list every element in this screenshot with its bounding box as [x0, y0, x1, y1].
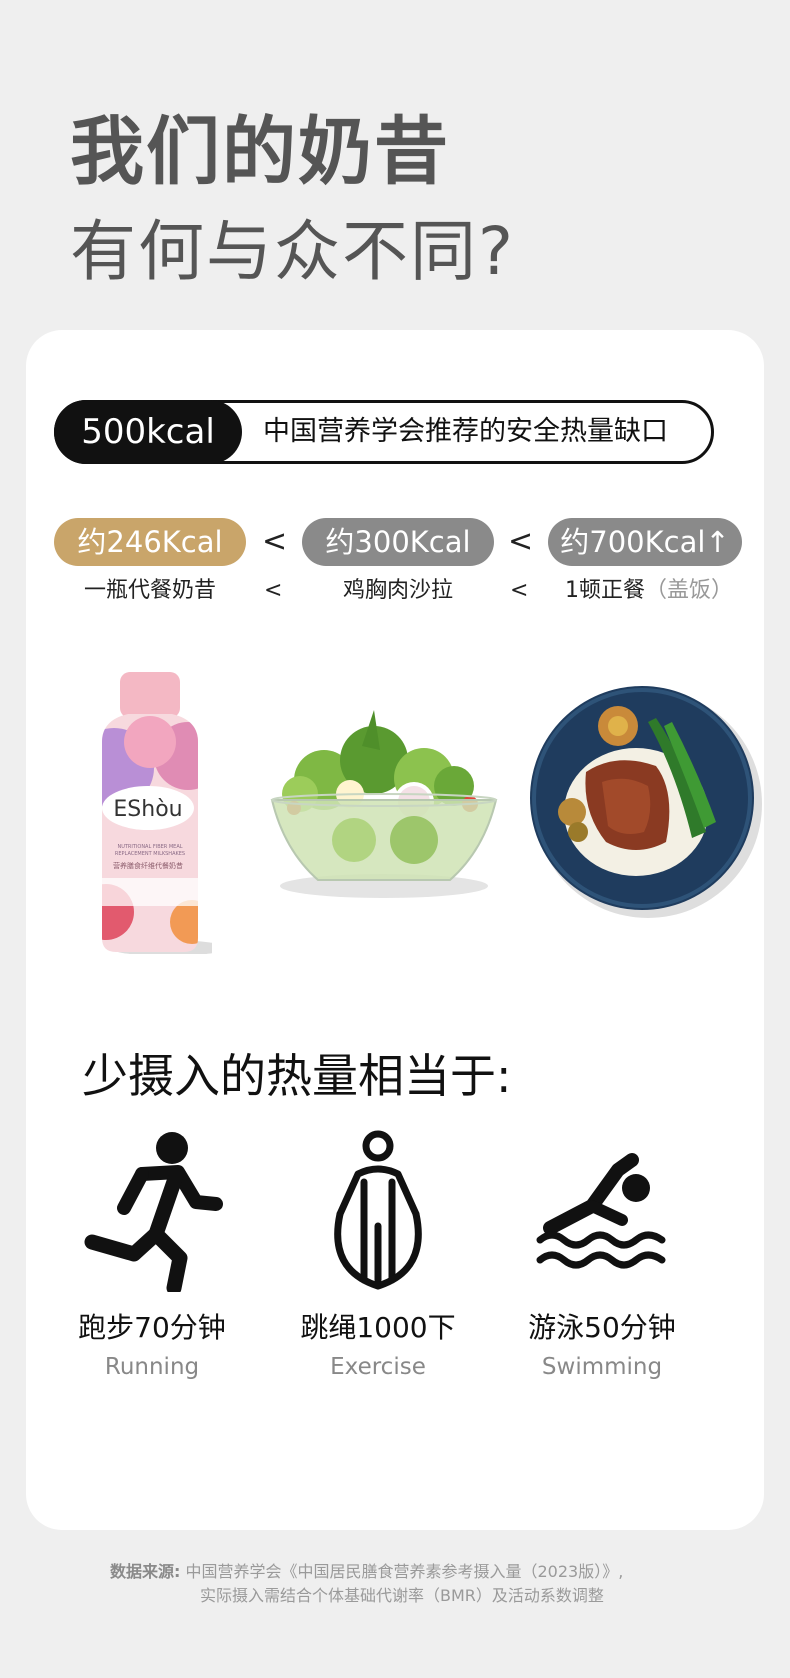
activity-jump-rope-en: Exercise — [330, 1354, 426, 1380]
rice-plate-image — [530, 686, 762, 918]
meal-kcal-badge: 约700Kcal↑ — [548, 518, 742, 566]
shake-bottle-image: EShòu NUTRITIONAL FIBER MEAL REPLACEMENT… — [102, 672, 212, 954]
activity-running-en: Running — [104, 1354, 200, 1380]
equivalent-heading: 少摄入的热量相当于: — [82, 1049, 512, 1103]
source-line2: 实际摄入需结合个体基础代谢率（BMR）及活动系数调整 — [200, 1586, 604, 1605]
calorie-gap-description: 中国营养学会推荐的安全热量缺口 — [263, 416, 668, 447]
bottle-line1-text: NUTRITIONAL FIBER MEAL — [117, 844, 182, 850]
source-label: 数据来源: — [110, 1562, 181, 1581]
shake-kcal-badge: 约246Kcal — [54, 518, 246, 566]
meal-label-main: 1顿正餐 — [564, 578, 645, 603]
less-than-sign: < — [510, 578, 529, 603]
salad-kcal-badge: 约300Kcal — [302, 518, 494, 566]
source-footnote: 数据来源: 中国营养学会《中国居民膳食营养素参考摄入量（2023版）》, 实际摄… — [110, 1560, 730, 1608]
bottle-cn-text: 营养膳食纤维代餐奶昔 — [113, 861, 183, 870]
salad-bowl-image — [270, 710, 498, 898]
activity-swimming: 游泳50分钟 Swimming — [502, 1130, 702, 1380]
page-title: 我们的奶昔 — [70, 109, 450, 195]
activity-running-cn: 跑步70分钟 — [78, 1311, 226, 1344]
less-than-sign: < — [264, 578, 283, 603]
less-than-sign: < — [262, 524, 288, 559]
activity-swimming-en: Swimming — [541, 1354, 663, 1380]
meal-label: 1顿正餐（盖饭） — [534, 576, 764, 606]
activity-jump-rope-cn: 跳绳1000下 — [300, 1311, 456, 1344]
bottle-brand-text: EShòu — [113, 797, 182, 822]
activity-swimming-cn: 游泳50分钟 — [528, 1311, 676, 1344]
bottle-line2-text: REPLACEMENT MILKSHAKES — [115, 851, 185, 857]
page-subtitle: 有何与众不同? — [70, 213, 516, 290]
source-line1: 中国营养学会《中国居民膳食营养素参考摄入量（2023版）》, — [185, 1562, 624, 1581]
swimming-icon — [536, 1153, 666, 1269]
salad-label: 鸡胸肉沙拉 — [342, 578, 453, 603]
shake-label: 一瓶代餐奶昔 — [83, 578, 216, 603]
activity-jump-rope: 跳绳1000下 Exercise — [278, 1130, 478, 1380]
calorie-gap-value: 500kcal — [54, 400, 242, 464]
less-than-sign: < — [508, 524, 534, 559]
jump-rope-icon — [334, 1130, 422, 1290]
meal-label-extra: （盖饭） — [644, 578, 733, 603]
content-card: 500kcal 中国营养学会推荐的安全热量缺口 约246Kcal < 约300K… — [26, 330, 764, 1530]
activity-running: 跑步70分钟 Running — [52, 1130, 252, 1380]
running-icon — [84, 1132, 223, 1292]
calorie-gap-banner: 500kcal 中国营养学会推荐的安全热量缺口 — [54, 400, 714, 464]
